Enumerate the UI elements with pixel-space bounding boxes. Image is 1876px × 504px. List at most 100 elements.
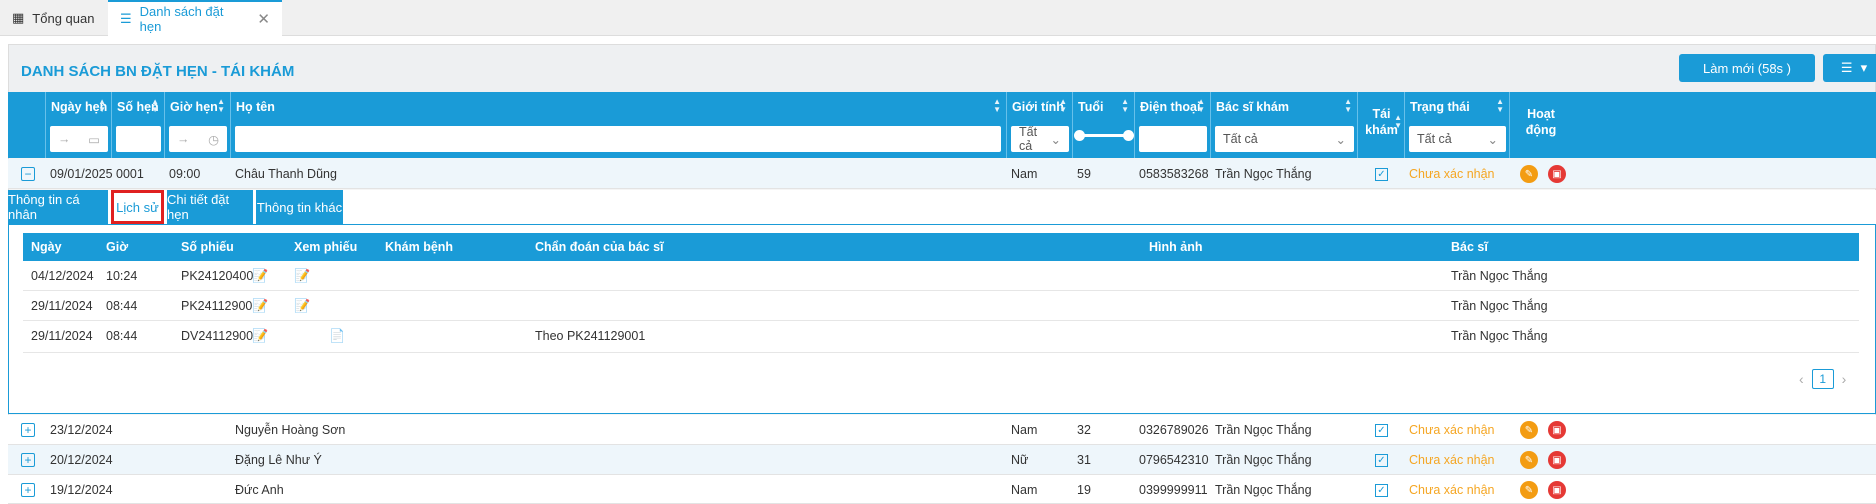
edit-button[interactable]: ✎ [1520, 159, 1538, 189]
trang-thai-filter-select[interactable]: Tất cả ⌄ [1409, 126, 1506, 152]
history-cell-ngay: 29/11/2024 [31, 299, 93, 313]
column-label: Tuổi [1078, 100, 1104, 114]
column-header-gio-hen[interactable]: Giờ hẹn ▲ ▼ → ◷ [165, 92, 231, 158]
collapse-icon[interactable]: − [21, 167, 35, 181]
edit-document-icon[interactable]: 📝 [252, 291, 268, 321]
sort-icon[interactable]: ▲ ▼ [1121, 98, 1129, 114]
cell-gioi-tinh: Nữ [1011, 453, 1029, 467]
chevron-left-icon[interactable]: ‹ [1799, 371, 1804, 387]
tab-history[interactable]: Lịch sử [111, 190, 164, 224]
history-cell-gio: 08:44 [106, 329, 138, 343]
delete-button[interactable]: ▣ [1548, 415, 1566, 445]
chevron-right-icon[interactable]: › [1842, 371, 1847, 387]
column-header-ho-ten[interactable]: Họ tên ▲ ▼ [231, 92, 1007, 158]
edit-button[interactable]: ✎ [1520, 445, 1538, 475]
column-header-so-hen[interactable]: Số hẹn ▲ ▼ [112, 92, 165, 158]
column-header-dien-thoai[interactable]: Điện thoại ▲ ▼ [1135, 92, 1211, 158]
sort-icon[interactable]: ▲ ▼ [151, 98, 159, 114]
table-row[interactable]: + 19/12/2024 Đức Anh Nam 19 0399999911 T… [8, 475, 1876, 504]
expand-icon[interactable]: + [21, 453, 35, 467]
list-icon: ☰ [120, 11, 132, 26]
page-number[interactable]: 1 [1811, 369, 1834, 389]
row-expander[interactable]: + [21, 475, 35, 504]
cell-dien-thoai: 0399999911 [1139, 483, 1208, 497]
delete-button[interactable]: ▣ [1548, 475, 1566, 504]
edit-document-icon[interactable]: 📝 [252, 321, 268, 351]
pencil-icon: ✎ [1520, 481, 1538, 499]
sort-icon[interactable]: ▲ ▼ [1059, 98, 1067, 114]
view-document-icon[interactable]: 📝 [294, 291, 310, 321]
column-label: Bác sĩ khám [1216, 100, 1289, 114]
cell-ngay-hen: 09/01/2025 [50, 167, 113, 181]
table-row[interactable]: + 23/12/2024 Nguyễn Hoàng Sơn Nam 32 032… [8, 415, 1876, 445]
tai-kham-checkbox[interactable]: ✓ [1375, 159, 1388, 189]
history-col-bac-si: Bác sĩ [1451, 240, 1488, 254]
column-header-trang-thai[interactable]: Trạng thái ▲ ▼ Tất cả ⌄ [1405, 92, 1510, 158]
row-expander[interactable]: + [21, 415, 35, 445]
tab-overview[interactable]: ▦ Tổng quan [0, 0, 108, 36]
history-cell-bac-si: Trần Ngọc Thắng [1451, 299, 1548, 313]
bac-si-filter-select[interactable]: Tất cả ⌄ [1215, 126, 1354, 152]
tai-kham-checkbox[interactable]: ✓ [1375, 415, 1388, 445]
tab-appointment-detail[interactable]: Chi tiết đặt hẹn [167, 190, 253, 224]
tab-appointment-list[interactable]: ☰ Danh sách đặt hẹn ✕ [108, 0, 282, 36]
expand-icon[interactable]: + [21, 423, 35, 437]
cell-tuoi: 32 [1077, 423, 1091, 437]
sort-icon[interactable]: ▲ ▼ [1394, 114, 1402, 130]
sort-icon[interactable]: ▲ ▼ [993, 98, 1001, 114]
bac-si-filter-value: Tất cả [1223, 132, 1258, 146]
trash-icon: ▣ [1548, 165, 1566, 183]
age-range-slider[interactable] [1074, 130, 1134, 141]
calendar-icon: ▭ [88, 132, 100, 147]
tab-other-info[interactable]: Thông tin khác [256, 190, 343, 224]
history-cell-bac-si: Trần Ngọc Thắng [1451, 329, 1548, 343]
row-expander[interactable]: + [21, 445, 35, 475]
sort-icon[interactable]: ▲ ▼ [98, 98, 106, 114]
sort-icon[interactable]: ▲ ▼ [1344, 98, 1352, 114]
column-chooser-button[interactable]: ☰ ▾ [1823, 54, 1876, 82]
column-header-tuoi[interactable]: Tuổi ▲ ▼ [1073, 92, 1135, 158]
edit-button[interactable]: ✎ [1520, 475, 1538, 504]
cell-tuoi: 31 [1077, 453, 1091, 467]
table-row[interactable]: + 20/12/2024 Đặng Lê Như Ý Nữ 31 0796542… [8, 445, 1876, 475]
time-range-filter[interactable]: → ◷ [169, 126, 227, 152]
cell-tuoi: 59 [1077, 167, 1091, 181]
delete-button[interactable]: ▣ [1548, 159, 1566, 189]
arrow-right-icon: → [177, 132, 190, 146]
pencil-icon: ✎ [1520, 165, 1538, 183]
history-cell-so-phieu: PK241129001 [181, 299, 260, 313]
history-col-hinh-anh: Hình ảnh [1149, 240, 1203, 254]
column-header-gioi-tinh[interactable]: Giới tính ▲ ▼ Tất cả ⌄ [1007, 92, 1073, 158]
gioi-tinh-filter-select[interactable]: Tất cả ⌄ [1011, 125, 1069, 153]
date-range-filter[interactable]: → ▭ [50, 126, 108, 152]
tab-appointment-list-label: Danh sách đặt hẹn [139, 4, 224, 34]
slider-handle-min[interactable] [1074, 130, 1085, 141]
refresh-button[interactable]: Làm mới (58s ) [1679, 54, 1815, 82]
tai-kham-checkbox[interactable]: ✓ [1375, 445, 1388, 475]
expand-icon[interactable]: + [21, 483, 35, 497]
dien-thoai-filter-input[interactable] [1139, 126, 1207, 152]
column-header-tai-kham[interactable]: Tái khám ▲ ▼ [1358, 92, 1405, 158]
edit-document-icon[interactable]: 📝 [252, 261, 268, 291]
so-hen-filter-input[interactable] [116, 126, 161, 152]
medical-record-icon[interactable]: 📄 [329, 321, 345, 351]
tai-kham-checkbox[interactable]: ✓ [1375, 475, 1388, 504]
column-header-ngay-hen[interactable]: Ngày hẹn ▲ ▼ → ▭ [46, 92, 112, 158]
column-header-bac-si-kham[interactable]: Bác sĩ khám ▲ ▼ Tất cả ⌄ [1211, 92, 1358, 158]
edit-button[interactable]: ✎ [1520, 415, 1538, 445]
cell-gioi-tinh: Nam [1011, 483, 1038, 497]
slider-handle-max[interactable] [1123, 130, 1134, 141]
sort-icon[interactable]: ▲ ▼ [1197, 98, 1205, 114]
check-icon: ✓ [1375, 423, 1388, 437]
cell-so-hen: 0001 [116, 167, 144, 181]
table-row[interactable]: − 09/01/2025 0001 09:00 Châu Thanh Dũng … [8, 159, 1876, 189]
ho-ten-filter-input[interactable] [235, 126, 1001, 152]
delete-button[interactable]: ▣ [1548, 445, 1566, 475]
sort-icon[interactable]: ▲ ▼ [217, 98, 225, 114]
history-cell-gio: 08:44 [106, 299, 138, 313]
sort-icon[interactable]: ▲ ▼ [1496, 98, 1504, 114]
row-expander[interactable]: − [21, 159, 35, 189]
view-document-icon[interactable]: 📝 [294, 261, 310, 291]
close-icon[interactable]: ✕ [257, 10, 270, 28]
tab-personal-info[interactable]: Thông tin cá nhân [8, 190, 108, 224]
